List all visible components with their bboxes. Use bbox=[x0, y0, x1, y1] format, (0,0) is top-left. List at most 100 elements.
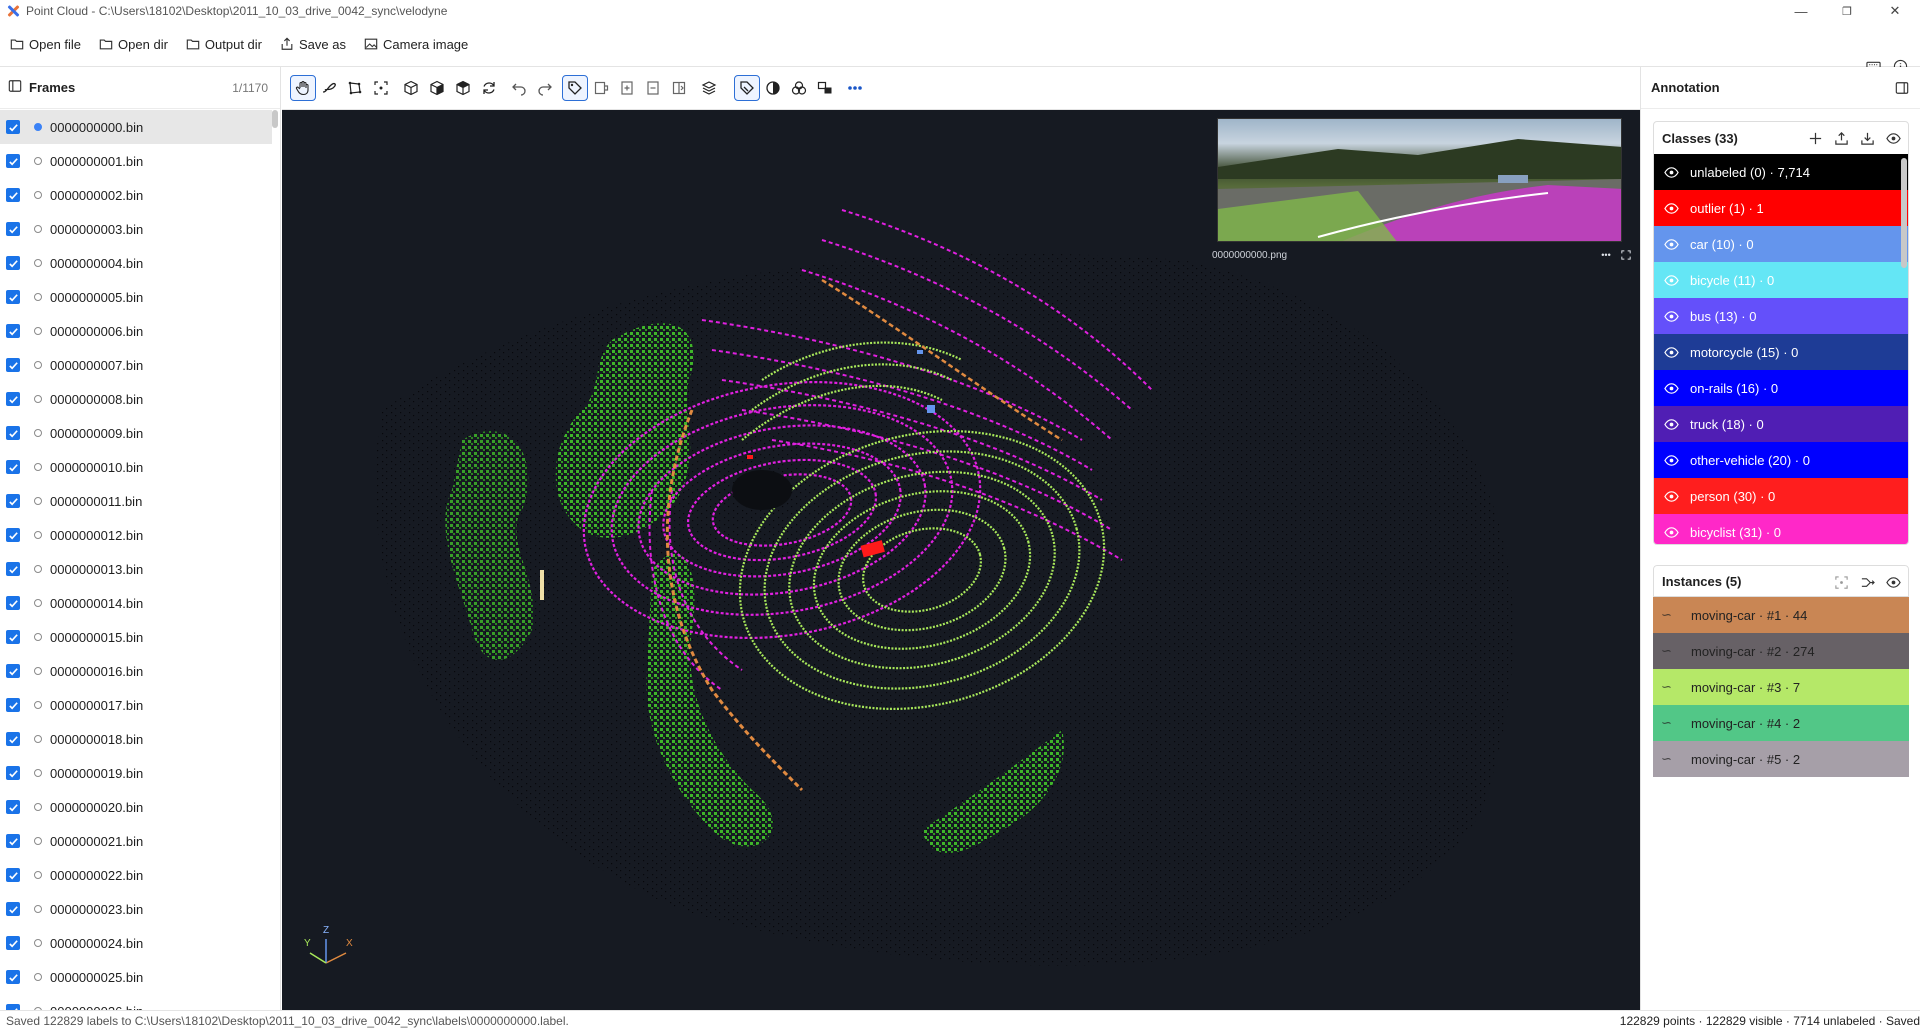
frame-item[interactable]: 0000000008.bin bbox=[0, 382, 272, 416]
class-item[interactable]: bicycle (11) · 0 bbox=[1654, 262, 1908, 298]
class-item[interactable]: outlier (1) · 1 bbox=[1654, 190, 1908, 226]
eye-icon[interactable] bbox=[1662, 199, 1680, 217]
frame-checkbox[interactable] bbox=[6, 664, 20, 678]
frame-item[interactable]: 0000000002.bin bbox=[0, 178, 272, 212]
output-dir-button[interactable]: Output dir bbox=[184, 30, 264, 58]
classes-scrollbar[interactable] bbox=[1901, 158, 1907, 268]
frame-item[interactable]: 0000000006.bin bbox=[0, 314, 272, 348]
refresh-icon[interactable] bbox=[476, 75, 502, 101]
frame-item[interactable]: 0000000005.bin bbox=[0, 280, 272, 314]
frame-checkbox[interactable] bbox=[6, 970, 20, 984]
frame-item[interactable]: 0000000013.bin bbox=[0, 552, 272, 586]
eye-icon[interactable] bbox=[1662, 235, 1680, 253]
frame-item[interactable]: 0000000001.bin bbox=[0, 144, 272, 178]
frame-item[interactable]: 0000000009.bin bbox=[0, 416, 272, 450]
instance-item[interactable]: ∽ moving-car · #5 · 2 bbox=[1653, 741, 1909, 777]
minimize-icon[interactable]: — bbox=[1778, 0, 1824, 22]
undo-icon[interactable] bbox=[506, 75, 532, 101]
camera-image-button[interactable]: Camera image bbox=[362, 30, 470, 58]
close-icon[interactable]: ✕ bbox=[1872, 0, 1918, 22]
lasso-icon[interactable] bbox=[316, 75, 342, 101]
frame-checkbox[interactable] bbox=[6, 868, 20, 882]
frame-checkbox[interactable] bbox=[6, 766, 20, 780]
expand-icon[interactable] bbox=[1618, 248, 1634, 262]
frame-checkbox[interactable] bbox=[6, 698, 20, 712]
focus-icon[interactable] bbox=[1832, 573, 1850, 591]
class-item[interactable]: person (30) · 0 bbox=[1654, 478, 1908, 514]
frame-checkbox[interactable] bbox=[6, 494, 20, 508]
eye-icon[interactable] bbox=[1662, 487, 1680, 505]
instance-visibility-icon[interactable]: ∽ bbox=[1661, 607, 1679, 623]
frame-item[interactable]: 0000000017.bin bbox=[0, 688, 272, 722]
eye-icon[interactable] bbox=[1662, 163, 1680, 181]
frame-item[interactable]: 0000000021.bin bbox=[0, 824, 272, 858]
frame-item[interactable]: 0000000010.bin bbox=[0, 450, 272, 484]
eye-icon[interactable] bbox=[1662, 343, 1680, 361]
sidebar-toggle-icon[interactable] bbox=[8, 79, 22, 96]
frame-item[interactable]: 0000000022.bin bbox=[0, 858, 272, 892]
remove-box-icon[interactable] bbox=[640, 75, 666, 101]
instance-item[interactable]: ∽ moving-car · #3 · 7 bbox=[1653, 669, 1909, 705]
class-item[interactable]: on-rails (16) · 0 bbox=[1654, 370, 1908, 406]
eye-icon[interactable] bbox=[1884, 129, 1902, 147]
frame-checkbox[interactable] bbox=[6, 188, 20, 202]
upload-icon[interactable] bbox=[1832, 129, 1850, 147]
frame-checkbox[interactable] bbox=[6, 460, 20, 474]
frame-item[interactable]: 0000000026.bin bbox=[0, 994, 272, 1010]
class-item[interactable]: motorcycle (15) · 0 bbox=[1654, 334, 1908, 370]
open-dir-button[interactable]: Open dir bbox=[97, 30, 170, 58]
instance-item[interactable]: ∽ moving-car · #4 · 2 bbox=[1653, 705, 1909, 741]
add-box-icon[interactable] bbox=[614, 75, 640, 101]
frame-checkbox[interactable] bbox=[6, 392, 20, 406]
frame-checkbox[interactable] bbox=[6, 936, 20, 950]
eye-icon[interactable] bbox=[1662, 307, 1680, 325]
layers-icon[interactable] bbox=[696, 75, 722, 101]
color-circles-icon[interactable] bbox=[786, 75, 812, 101]
frame-item[interactable]: 0000000000.bin bbox=[0, 110, 272, 144]
frame-item[interactable]: 0000000011.bin bbox=[0, 484, 272, 518]
frame-checkbox[interactable] bbox=[6, 154, 20, 168]
camera-image-thumbnail[interactable] bbox=[1217, 118, 1622, 242]
frame-checkbox[interactable] bbox=[6, 800, 20, 814]
download-icon[interactable] bbox=[1858, 129, 1876, 147]
class-item[interactable]: car (10) · 0 bbox=[1654, 226, 1908, 262]
frame-item[interactable]: 0000000007.bin bbox=[0, 348, 272, 382]
frame-item[interactable]: 0000000016.bin bbox=[0, 654, 272, 688]
more-options-icon[interactable]: ••• bbox=[1598, 248, 1614, 262]
frame-checkbox[interactable] bbox=[6, 358, 20, 372]
frame-checkbox[interactable] bbox=[6, 630, 20, 644]
square-plus-icon[interactable] bbox=[588, 75, 614, 101]
tag-filled-icon[interactable] bbox=[734, 75, 760, 101]
more-icon[interactable] bbox=[842, 75, 868, 101]
frame-item[interactable]: 0000000004.bin bbox=[0, 246, 272, 280]
class-item[interactable]: bicyclist (31) · 0 bbox=[1654, 514, 1908, 544]
frames-scrollbar[interactable] bbox=[272, 110, 278, 128]
panel-toggle-icon[interactable] bbox=[1893, 79, 1911, 97]
box-select-icon[interactable] bbox=[368, 75, 394, 101]
frame-item[interactable]: 0000000018.bin bbox=[0, 722, 272, 756]
class-item[interactable]: unlabeled (0) · 7,714 bbox=[1654, 154, 1908, 190]
frame-item[interactable]: 0000000020.bin bbox=[0, 790, 272, 824]
frame-checkbox[interactable] bbox=[6, 120, 20, 134]
eye-icon[interactable] bbox=[1662, 379, 1680, 397]
frame-checkbox[interactable] bbox=[6, 528, 20, 542]
instance-visibility-icon[interactable]: ∽ bbox=[1661, 679, 1679, 695]
polygon-select-icon[interactable] bbox=[342, 75, 368, 101]
image-overlay-icon[interactable] bbox=[812, 75, 838, 101]
eye-icon[interactable] bbox=[1884, 573, 1902, 591]
class-item[interactable]: other-vehicle (20) · 0 bbox=[1654, 442, 1908, 478]
frame-checkbox[interactable] bbox=[6, 324, 20, 338]
instance-visibility-icon[interactable]: ∽ bbox=[1661, 643, 1679, 659]
cube-front-icon[interactable] bbox=[424, 75, 450, 101]
eye-icon[interactable] bbox=[1662, 451, 1680, 469]
frame-item[interactable]: 0000000003.bin bbox=[0, 212, 272, 246]
frame-checkbox[interactable] bbox=[6, 562, 20, 576]
frame-checkbox[interactable] bbox=[6, 834, 20, 848]
frame-checkbox[interactable] bbox=[6, 222, 20, 236]
frame-checkbox[interactable] bbox=[6, 256, 20, 270]
eye-icon[interactable] bbox=[1662, 415, 1680, 433]
restore-icon[interactable]: ❐ bbox=[1824, 0, 1870, 22]
frame-checkbox[interactable] bbox=[6, 732, 20, 746]
instance-visibility-icon[interactable]: ∽ bbox=[1661, 715, 1679, 731]
frame-item[interactable]: 0000000012.bin bbox=[0, 518, 272, 552]
